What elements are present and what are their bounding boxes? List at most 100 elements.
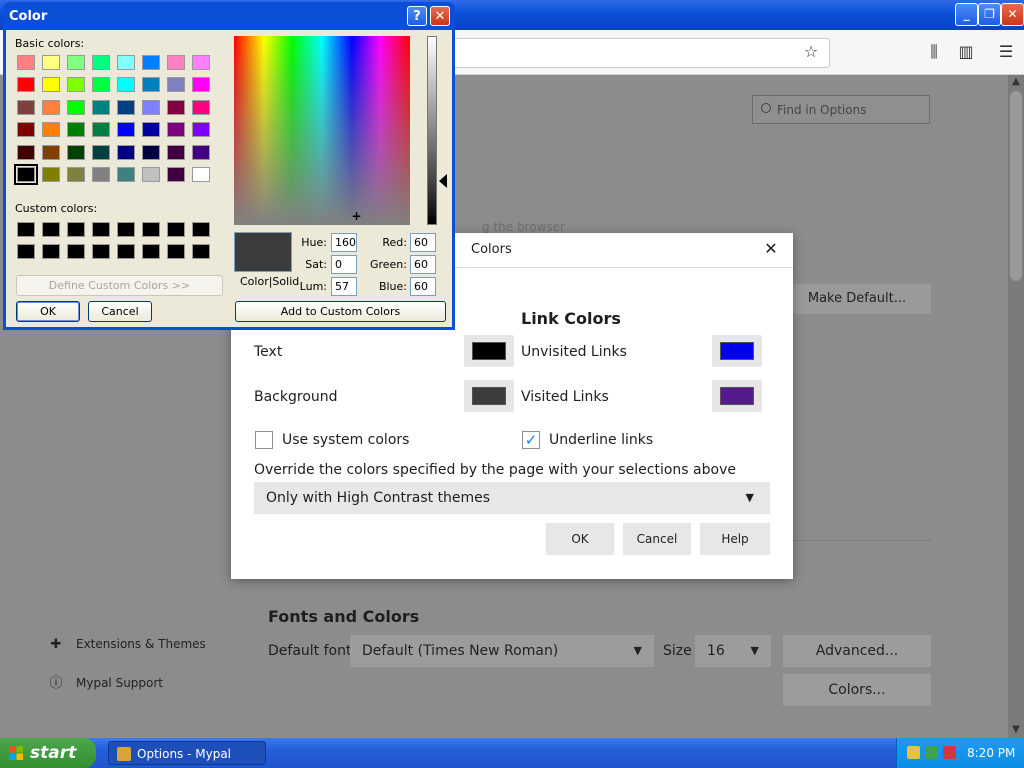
- basic-color-swatch[interactable]: [167, 77, 185, 93]
- help-button[interactable]: Help: [700, 523, 770, 555]
- url-bar[interactable]: ☆: [440, 38, 830, 68]
- sidebar-icon[interactable]: ▥: [956, 42, 976, 62]
- basic-color-swatch[interactable]: [142, 167, 160, 182]
- basic-color-swatch[interactable]: [142, 122, 160, 138]
- custom-color-swatch[interactable]: [17, 244, 35, 259]
- basic-color-swatch[interactable]: [192, 144, 210, 160]
- basic-color-swatch[interactable]: [67, 144, 85, 160]
- basic-color-swatch[interactable]: [67, 122, 85, 138]
- custom-color-swatch[interactable]: [92, 222, 110, 237]
- custom-color-swatch[interactable]: [92, 244, 110, 259]
- blue-input[interactable]: 60: [410, 277, 436, 296]
- basic-color-swatch[interactable]: [117, 55, 135, 70]
- maximize-button[interactable]: ❐: [978, 3, 1001, 26]
- custom-color-swatch[interactable]: [17, 222, 35, 237]
- advanced-fonts-button[interactable]: Advanced...: [783, 635, 931, 667]
- basic-color-swatch[interactable]: [142, 77, 160, 93]
- custom-color-swatch[interactable]: [42, 222, 60, 237]
- hue-input[interactable]: 160: [331, 233, 357, 252]
- custom-color-swatch[interactable]: [117, 222, 135, 237]
- basic-color-swatch[interactable]: [42, 167, 60, 182]
- underline-links-checkbox[interactable]: ✓: [522, 431, 540, 449]
- luminance-slider[interactable]: [427, 36, 437, 225]
- basic-color-swatch[interactable]: [17, 77, 35, 93]
- color-spectrum[interactable]: [234, 36, 410, 225]
- basic-color-swatch[interactable]: [167, 99, 185, 115]
- basic-color-swatch[interactable]: [17, 122, 35, 138]
- basic-color-swatch[interactable]: [67, 167, 85, 182]
- custom-color-swatch[interactable]: [142, 244, 160, 259]
- basic-color-swatch[interactable]: [17, 144, 35, 160]
- sidebar-item-support[interactable]: ⓘ Mypal Support: [48, 673, 163, 693]
- basic-color-swatch[interactable]: [42, 77, 60, 93]
- tray-network-icon[interactable]: [907, 746, 920, 759]
- basic-color-swatch[interactable]: [142, 144, 160, 160]
- use-system-colors-checkbox[interactable]: [255, 431, 273, 449]
- background-color-picker[interactable]: [464, 380, 514, 412]
- basic-color-swatch[interactable]: [92, 55, 110, 70]
- custom-color-swatch[interactable]: [167, 222, 185, 237]
- taskbar-item-mypal[interactable]: Options - Mypal: [108, 741, 266, 765]
- minimize-button[interactable]: _: [955, 3, 978, 26]
- basic-color-swatch[interactable]: [42, 99, 60, 115]
- basic-color-swatch[interactable]: [42, 122, 60, 138]
- find-in-options-input[interactable]: Find in Options: [752, 95, 930, 124]
- basic-color-swatch[interactable]: [142, 99, 160, 115]
- page-scrollbar[interactable]: ▲ ▼: [1008, 75, 1024, 738]
- basic-color-swatch[interactable]: [17, 55, 35, 70]
- scroll-up-icon[interactable]: ▲: [1008, 75, 1024, 89]
- make-default-button[interactable]: Make Default...: [783, 284, 931, 314]
- basic-color-swatch[interactable]: [117, 99, 135, 115]
- ok-button[interactable]: OK: [16, 301, 80, 322]
- start-button[interactable]: start: [0, 738, 96, 768]
- scroll-thumb[interactable]: [1010, 91, 1022, 281]
- basic-color-swatch[interactable]: [117, 77, 135, 93]
- basic-color-swatch[interactable]: [117, 167, 135, 182]
- sat-input[interactable]: 0: [331, 255, 357, 274]
- basic-color-swatch[interactable]: [167, 144, 185, 160]
- basic-color-swatch[interactable]: [92, 167, 110, 182]
- basic-color-swatch[interactable]: [117, 122, 135, 138]
- basic-color-swatch[interactable]: [92, 99, 110, 115]
- basic-color-swatch[interactable]: [167, 55, 185, 70]
- basic-color-swatch[interactable]: [142, 55, 160, 70]
- cancel-button[interactable]: Cancel: [623, 523, 691, 555]
- lum-input[interactable]: 57: [331, 277, 357, 296]
- basic-color-swatch[interactable]: [192, 167, 210, 182]
- basic-color-swatch[interactable]: [67, 99, 85, 115]
- luminance-arrow-icon[interactable]: [439, 174, 447, 188]
- custom-color-swatch[interactable]: [192, 244, 210, 259]
- bookmark-star-icon[interactable]: ☆: [801, 42, 821, 62]
- custom-color-swatch[interactable]: [67, 244, 85, 259]
- basic-color-swatch[interactable]: [192, 99, 210, 115]
- basic-color-swatch[interactable]: [192, 122, 210, 138]
- custom-color-swatch[interactable]: [67, 222, 85, 237]
- red-input[interactable]: 60: [410, 233, 436, 252]
- text-color-picker[interactable]: [464, 335, 514, 367]
- add-to-custom-colors-button[interactable]: Add to Custom Colors: [235, 301, 446, 322]
- tray-security-icon[interactable]: [943, 746, 956, 759]
- colors-button[interactable]: Colors...: [783, 674, 931, 706]
- basic-color-swatch[interactable]: [67, 55, 85, 70]
- green-input[interactable]: 60: [410, 255, 436, 274]
- basic-color-swatch[interactable]: [167, 122, 185, 138]
- font-size-select[interactable]: 16 ▼: [695, 635, 771, 667]
- override-select[interactable]: Only with High Contrast themes ▼: [254, 482, 770, 514]
- sidebar-item-extensions[interactable]: ✚ Extensions & Themes: [48, 634, 206, 654]
- tray-update-icon[interactable]: [925, 746, 938, 759]
- basic-color-swatch[interactable]: [42, 55, 60, 70]
- help-icon[interactable]: ?: [407, 6, 427, 26]
- library-icon[interactable]: ⫼: [924, 42, 944, 62]
- close-icon[interactable]: ✕: [761, 239, 781, 259]
- basic-color-swatch[interactable]: [167, 167, 185, 182]
- basic-color-swatch[interactable]: [92, 122, 110, 138]
- cancel-button[interactable]: Cancel: [88, 301, 152, 322]
- custom-color-swatch[interactable]: [167, 244, 185, 259]
- custom-color-swatch[interactable]: [192, 222, 210, 237]
- custom-color-swatch[interactable]: [142, 222, 160, 237]
- custom-color-swatch[interactable]: [117, 244, 135, 259]
- default-font-select[interactable]: Default (Times New Roman) ▼: [350, 635, 654, 667]
- unvisited-color-picker[interactable]: [712, 335, 762, 367]
- basic-color-swatch[interactable]: [42, 144, 60, 160]
- basic-color-swatch[interactable]: [117, 144, 135, 160]
